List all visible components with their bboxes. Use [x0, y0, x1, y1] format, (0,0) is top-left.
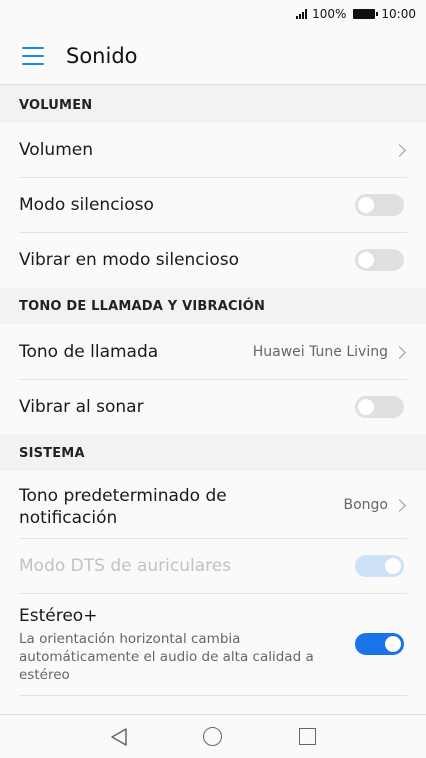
row-value: Huawei Tune Living	[252, 344, 388, 360]
row-label: Vibrar en modo silencioso	[19, 250, 240, 270]
section-header-tono: TONO DE LLAMADA Y VIBRACIÓN	[0, 288, 426, 324]
status-indicators: 100% 10:00	[296, 7, 416, 21]
settings-row-vibrar-sonar[interactable]: Vibrar al sonar	[0, 380, 426, 435]
row-label: Vibrar al sonar	[19, 397, 144, 417]
recents-icon[interactable]	[299, 728, 316, 745]
vibrar-sonar-toggle[interactable]	[355, 396, 404, 418]
modo-dts-toggle	[355, 555, 404, 577]
section-header-volumen: VOLUMEN	[0, 87, 426, 123]
list-bottom-spacer	[0, 696, 426, 714]
row-label: Volumen	[19, 140, 94, 160]
row-label: Tono de llamada	[19, 342, 159, 362]
section-header-label: SISTEMA	[19, 446, 85, 461]
home-icon[interactable]	[203, 727, 222, 746]
row-label: Estéreo+	[19, 606, 98, 626]
section-header-sistema: SISTEMA	[0, 435, 426, 471]
battery-percent: 100%	[312, 7, 347, 21]
row-subtitle: La orientación horizontal cambia automát…	[19, 631, 314, 683]
chevron-right-icon	[393, 144, 406, 157]
section-header-label: TONO DE LLAMADA Y VIBRACIÓN	[19, 299, 266, 314]
settings-row-volumen[interactable]: Volumen	[0, 123, 426, 178]
row-label: Modo DTS de auriculares	[19, 556, 232, 576]
chevron-right-icon	[393, 346, 406, 359]
row-label: Modo silencioso	[19, 195, 154, 215]
settings-row-modo-dts: Modo DTS de auriculares	[0, 539, 426, 594]
page-title: Sonido	[66, 44, 138, 68]
row-label: Tono predeterminado de notificación	[19, 486, 227, 528]
section-header-label: VOLUMEN	[19, 98, 93, 113]
settings-row-tono-llamada[interactable]: Tono de llamada Huawei Tune Living	[0, 324, 426, 380]
chevron-right-icon	[393, 499, 406, 512]
row-value: Bongo	[343, 497, 389, 513]
clock: 10:00	[381, 7, 416, 21]
app-bar: Sonido	[0, 30, 426, 85]
settings-row-vibrar-silencioso[interactable]: Vibrar en modo silencioso	[0, 233, 426, 288]
menu-icon[interactable]	[22, 47, 44, 65]
status-bar: 100% 10:00	[0, 0, 426, 30]
estereo-toggle[interactable]	[355, 633, 404, 655]
navigation-bar	[0, 714, 426, 758]
battery-icon	[353, 9, 379, 19]
vibrar-silencioso-toggle[interactable]	[355, 249, 404, 271]
signal-icon	[296, 9, 308, 19]
settings-row-tono-notificacion[interactable]: Tono predeterminado de notificación Bong…	[0, 471, 426, 539]
modo-silencioso-toggle[interactable]	[355, 194, 404, 216]
back-icon[interactable]	[110, 727, 128, 747]
settings-row-modo-silencioso[interactable]: Modo silencioso	[0, 178, 426, 233]
settings-row-estereo[interactable]: Estéreo+ La orientación horizontal cambi…	[0, 594, 426, 696]
